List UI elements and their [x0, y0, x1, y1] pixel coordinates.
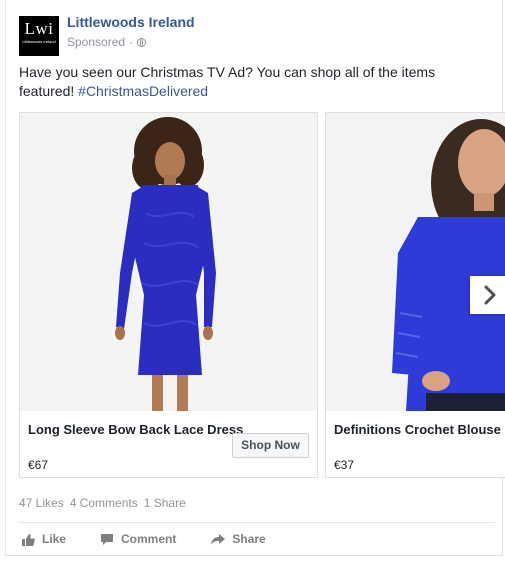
like-label: Like — [42, 532, 67, 546]
engagement-stats: 47 Likes 4 Comments 1 Share — [19, 496, 186, 510]
logo-text: Lwi — [24, 19, 54, 38]
carousel-next-button[interactable] — [470, 276, 505, 314]
meta-separator: · — [129, 35, 134, 49]
sponsored-label[interactable]: Sponsored — [67, 35, 125, 49]
page-logo[interactable]: Lwi Littlewoods Ireland — [19, 16, 59, 56]
globe-icon — [137, 37, 147, 47]
product-price: €37 — [334, 458, 355, 472]
shop-now-button[interactable]: Shop Now — [232, 433, 309, 458]
comment-label: Comment — [121, 532, 177, 546]
logo-subtext: Littlewoods Ireland — [22, 39, 56, 44]
dress-photo — [20, 113, 317, 411]
product-image[interactable] — [20, 113, 317, 411]
product-carousel: Long Sleeve Bow Back Lace Dress Shop Now… — [19, 112, 505, 480]
comment-button[interactable]: Comment — [100, 529, 176, 549]
share-label: Share — [232, 532, 266, 546]
hashtag-link[interactable]: #ChristmasDelivered — [78, 83, 208, 99]
share-icon — [211, 533, 226, 545]
carousel-item[interactable]: Long Sleeve Bow Back Lace Dress Shop Now… — [19, 112, 318, 478]
comment-icon — [101, 533, 114, 545]
product-price: €67 — [28, 458, 49, 472]
page-name-link[interactable]: Littlewoods Ireland — [67, 14, 195, 30]
like-button[interactable]: Like — [21, 529, 66, 549]
share-button[interactable]: Share — [210, 529, 266, 549]
product-title[interactable]: Long Sleeve Bow Back Lace Dress — [28, 422, 243, 437]
blouse-photo — [326, 113, 505, 411]
post-text: Have you seen our Christmas TV Ad? You c… — [19, 63, 459, 101]
product-title[interactable]: Definitions Crochet Blouse — [334, 422, 501, 437]
product-image[interactable] — [326, 113, 505, 411]
thumbs-up-icon — [22, 533, 35, 546]
action-bar: Like Comment Share — [19, 529, 266, 549]
divider — [19, 522, 495, 523]
comments-count[interactable]: 4 Comments — [70, 496, 138, 510]
shares-count[interactable]: 1 Share — [144, 496, 186, 510]
post-meta: Sponsored · — [67, 35, 147, 49]
likes-count[interactable]: 47 Likes — [19, 496, 64, 510]
chevron-right-icon — [484, 285, 496, 305]
